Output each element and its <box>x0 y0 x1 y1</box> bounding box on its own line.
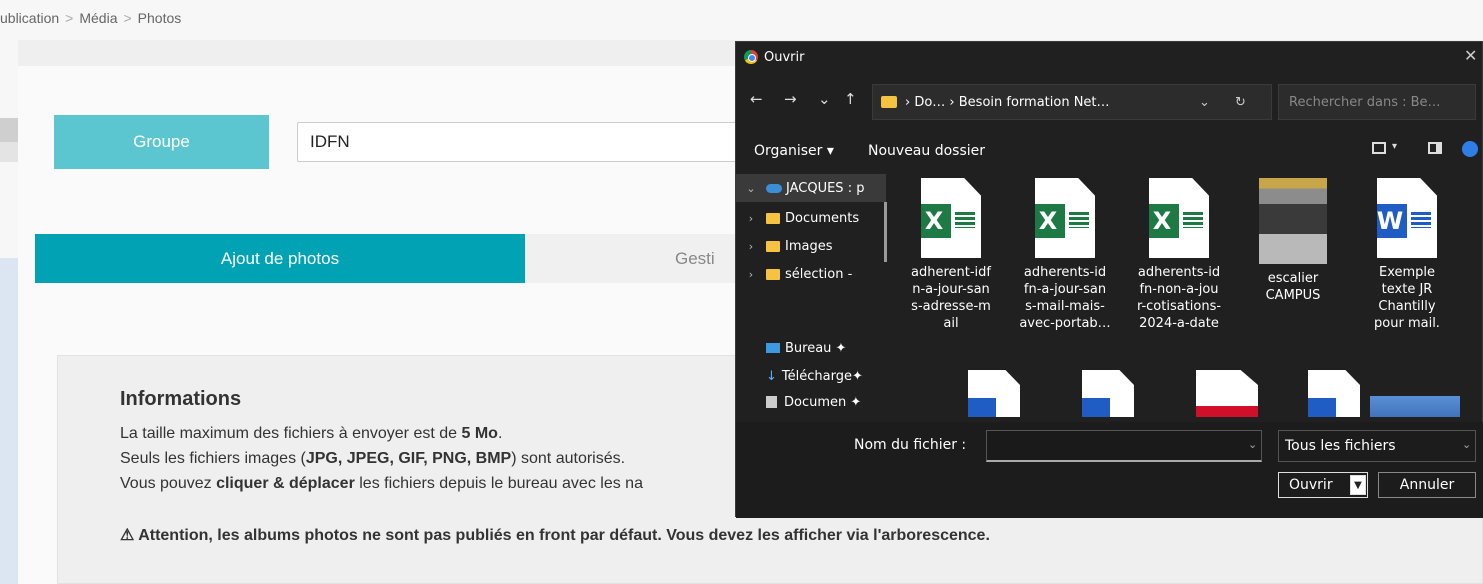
breadcrumb-item[interactable]: Média <box>79 10 117 26</box>
word-file-thumbnail[interactable] <box>968 370 1020 417</box>
left-strip <box>0 118 18 142</box>
view-icon[interactable] <box>1372 142 1386 154</box>
help-icon[interactable] <box>1462 141 1478 157</box>
pdf-file-thumbnail[interactable] <box>1196 370 1258 417</box>
groupe-input[interactable]: IDFN <box>297 122 747 162</box>
word-file-thumbnail[interactable] <box>1082 370 1134 417</box>
info-line-size: La taille maximum des fichiers à envoyer… <box>120 425 503 442</box>
dialog-title: Ouvrir <box>764 49 805 65</box>
breadcrumb-separator: > <box>65 10 74 26</box>
cancel-button[interactable]: Annuler <box>1378 472 1476 498</box>
filename-input[interactable] <box>986 430 1262 462</box>
tab-gestion[interactable]: Gesti <box>525 234 755 283</box>
image-file-thumbnail[interactable] <box>1370 396 1460 417</box>
up-icon[interactable]: ↑ <box>844 90 857 108</box>
nav-item-documents[interactable]: › Documents <box>736 204 886 232</box>
dialog-toolbar: Organiser ▾ Nouveau dossier ▾ <box>736 137 1483 167</box>
open-dropdown-icon[interactable]: ▼ <box>1350 475 1366 495</box>
open-file-dialog: Ouvrir ✕ ← → ⌄ ↑ › Do… › Besoin formatio… <box>735 41 1483 518</box>
scrollbar[interactable] <box>884 202 887 262</box>
file-item[interactable]: X adherents-id fn-non-a-jou r-cotisations-… <box>1124 172 1234 332</box>
document-icon <box>766 396 777 408</box>
new-folder-button[interactable]: Nouveau dossier <box>868 143 985 159</box>
address-dropdown-icon[interactable]: ⌄ <box>1199 95 1210 110</box>
file-item[interactable]: escalier CAMPUS <box>1238 172 1348 304</box>
preview-pane-icon[interactable] <box>1428 142 1442 154</box>
attention-text: ⚠ Attention, les albums photos ne sont p… <box>120 527 990 544</box>
folder-icon <box>766 268 780 280</box>
address-path: › Do… › Besoin formation Net… <box>905 94 1110 110</box>
excel-icon: X <box>921 204 951 238</box>
refresh-icon[interactable]: ↻ <box>1235 95 1246 110</box>
folder-icon <box>766 240 780 252</box>
filename-label: Nom du fichier : <box>854 437 967 453</box>
file-item[interactable]: X adherents-id fn-a-jour-san s-mail-mais-a… <box>1010 172 1120 332</box>
folder-icon <box>881 96 897 108</box>
file-list: X adherent-idf n-a-jour-san s-adresse-m ail… <box>896 172 1483 417</box>
navigation-row: ← → ⌄ ↑ › Do… › Besoin formation Net… ⌄ … <box>736 82 1483 122</box>
organize-button[interactable]: Organiser ▾ <box>754 143 834 159</box>
download-icon: ↓ <box>766 368 777 384</box>
left-strip <box>0 142 18 162</box>
navigation-pane: ⌄ JACQUES : p › Documents › Images › sélecti… <box>736 172 887 417</box>
photo-thumbnail <box>1259 178 1327 264</box>
nav-item-images[interactable]: › Images <box>736 232 886 260</box>
nav-item-selection[interactable]: › sélection - <box>736 260 886 288</box>
breadcrumb: ublication > Média > Photos <box>0 0 1483 40</box>
search-input[interactable]: Rechercher dans : Be… <box>1278 84 1476 120</box>
address-bar[interactable]: › Do… › Besoin formation Net… ⌄ ↻ <box>872 84 1272 120</box>
folder-icon <box>766 212 780 224</box>
filetype-select[interactable]: Tous les fichiers <box>1278 430 1476 462</box>
breadcrumb-item: Photos <box>137 10 182 26</box>
info-line-drag: Vous pouvez cliquer & déplacer les fichi… <box>120 475 643 492</box>
excel-icon: X <box>1149 204 1179 238</box>
chevron-down-icon[interactable]: ▾ <box>1392 141 1397 152</box>
forward-icon[interactable]: → <box>784 90 797 108</box>
file-item[interactable]: X adherent-idf n-a-jour-san s-adresse-m ail <box>896 172 1006 332</box>
word-file-thumbnail[interactable] <box>1308 370 1360 417</box>
desktop-icon <box>766 343 780 353</box>
tab-ajout-photos[interactable]: Ajout de photos <box>35 234 525 283</box>
back-icon[interactable]: ← <box>750 90 763 108</box>
groupe-label: Groupe <box>54 115 269 169</box>
chevron-down-icon[interactable]: ⌄ <box>1248 438 1257 451</box>
nav-item-telechargements[interactable]: ↓ Télécharge✦ <box>736 362 886 390</box>
breadcrumb-separator: > <box>123 10 132 26</box>
info-line-formats: Seuls les fichiers images (JPG, JPEG, GI… <box>120 450 626 467</box>
left-strip <box>0 258 18 584</box>
breadcrumb-item[interactable]: ublication <box>0 10 59 26</box>
cloud-icon <box>766 183 782 193</box>
info-title: Informations <box>120 388 242 410</box>
excel-icon: X <box>1035 204 1065 238</box>
close-icon[interactable]: ✕ <box>1464 46 1477 65</box>
chevron-down-icon: ⌄ <box>1462 438 1472 451</box>
word-icon: W <box>1377 204 1407 238</box>
nav-item-bureau[interactable]: Bureau ✦ <box>736 334 886 362</box>
recent-dropdown-icon[interactable]: ⌄ <box>818 90 831 108</box>
file-item[interactable]: W Exemple texte JR Chantilly pour mail. <box>1352 172 1462 332</box>
nav-item-documents-pinned[interactable]: Documen ✦ <box>736 388 886 416</box>
nav-item-onedrive[interactable]: ⌄ JACQUES : p <box>736 174 886 202</box>
